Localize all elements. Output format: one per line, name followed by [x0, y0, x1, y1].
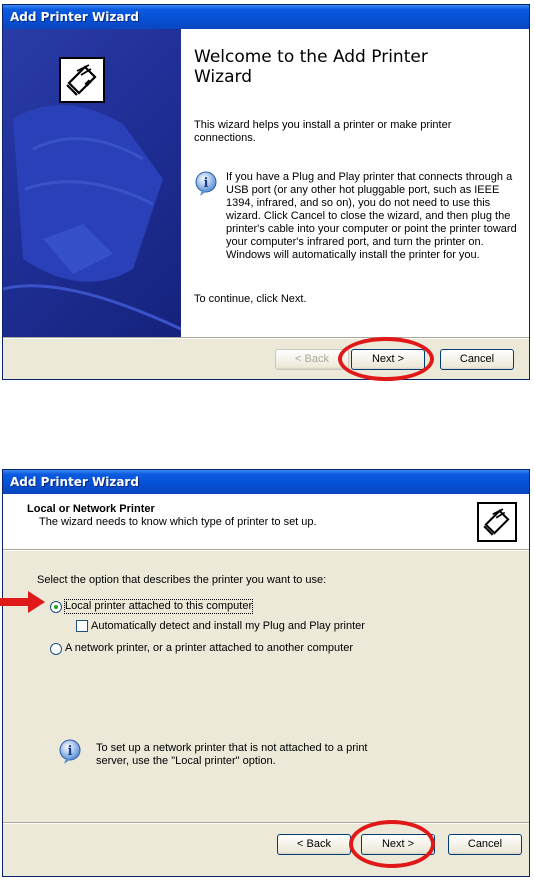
- plug-and-play-info: If you have a Plug and Play printer that…: [226, 171, 517, 261]
- window-title: Add Printer Wizard: [3, 5, 529, 29]
- network-printer-radio[interactable]: [50, 643, 62, 655]
- add-printer-wizard-welcome-window: Add Printer Wizard Welcome to the Add Pr…: [2, 4, 530, 381]
- welcome-heading: Welcome to the Add Printer Wizard: [194, 47, 428, 87]
- local-printer-label[interactable]: Local printer attached to this computer: [63, 599, 254, 614]
- wizard-header: Local or Network Printer The wizard need…: [3, 494, 529, 549]
- button-separator: [3, 337, 529, 339]
- next-button[interactable]: Next >: [361, 834, 435, 855]
- window-title: Add Printer Wizard: [3, 470, 529, 494]
- local-printer-radio[interactable]: [50, 601, 62, 613]
- network-info-text: To set up a network printer that is not …: [96, 742, 368, 767]
- info-icon: i: [195, 171, 217, 197]
- header-separator: [3, 549, 529, 551]
- intro-text: This wizard helps you install a printer …: [194, 119, 452, 144]
- select-prompt: Select the option that describes the pri…: [37, 574, 327, 586]
- back-button[interactable]: < Back: [275, 349, 349, 370]
- back-button[interactable]: < Back: [277, 834, 351, 855]
- red-arrow-icon: [0, 591, 45, 613]
- cancel-button[interactable]: Cancel: [448, 834, 522, 855]
- printer-wizard-icon: [59, 57, 105, 103]
- welcome-content: Welcome to the Add Printer Wizard This w…: [181, 29, 529, 337]
- continue-text: To continue, click Next.: [194, 293, 307, 305]
- auto-detect-label[interactable]: Automatically detect and install my Plug…: [91, 620, 365, 633]
- svg-text:i: i: [204, 176, 209, 191]
- page-subtitle: The wizard needs to know which type of p…: [39, 516, 317, 528]
- button-separator: [3, 822, 529, 824]
- svg-text:i: i: [68, 744, 73, 759]
- next-button[interactable]: Next >: [351, 349, 425, 370]
- add-printer-wizard-type-window: Add Printer Wizard Local or Network Prin…: [2, 469, 530, 877]
- auto-detect-checkbox[interactable]: [76, 620, 88, 632]
- info-icon: i: [59, 739, 81, 765]
- printer-wizard-icon: [477, 502, 517, 542]
- page-title: Local or Network Printer: [27, 503, 155, 515]
- wizard-side-panel: [3, 29, 181, 337]
- cancel-button[interactable]: Cancel: [440, 349, 514, 370]
- network-printer-label[interactable]: A network printer, or a printer attached…: [65, 642, 353, 655]
